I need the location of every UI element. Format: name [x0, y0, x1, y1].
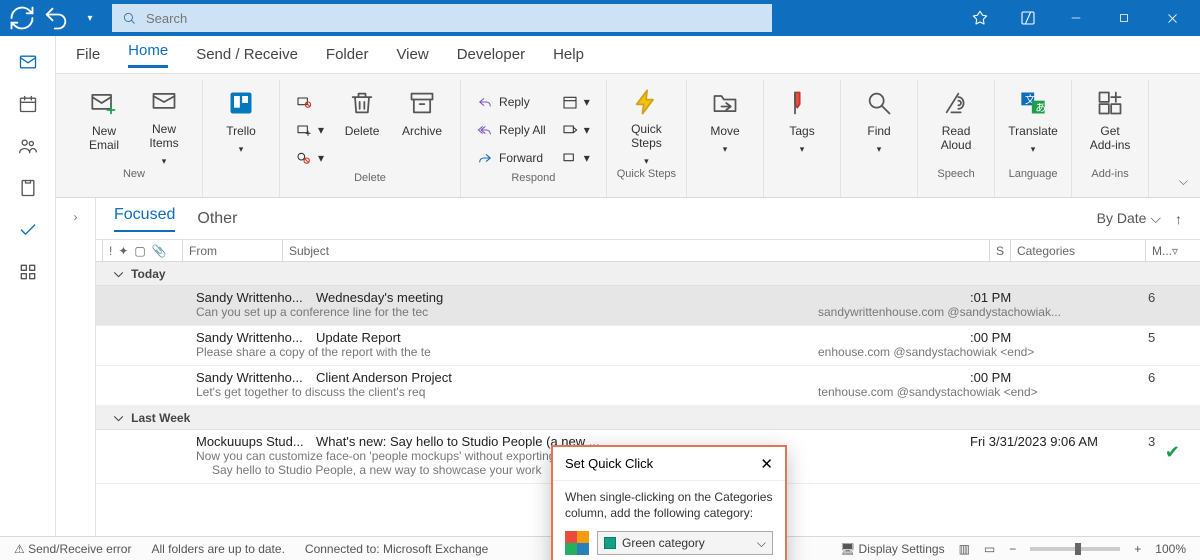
menu-file[interactable]: File	[76, 46, 100, 63]
message-row[interactable]: Sandy Writtenho...Client Anderson Projec…	[96, 366, 1200, 406]
maximize-button[interactable]	[1102, 0, 1146, 36]
collapse-ribbon-icon[interactable]: ⌵	[1179, 174, 1188, 189]
zoom-value: 100%	[1155, 542, 1186, 556]
close-button[interactable]	[1150, 0, 1194, 36]
people-nav-icon[interactable]	[16, 134, 40, 158]
qat-customize-icon[interactable]: ▾	[76, 4, 104, 32]
col-from[interactable]: From	[182, 240, 282, 261]
minimize-button[interactable]	[1054, 0, 1098, 36]
coming-soon-icon[interactable]	[1006, 0, 1050, 36]
quick-click-dialog: Set Quick Click ✕ When single-clicking o…	[551, 445, 787, 560]
reply-all-button[interactable]: Reply All	[471, 118, 552, 142]
view-normal-icon[interactable]: ▥	[959, 542, 970, 556]
read-aloud-button[interactable]: Read Aloud	[928, 80, 984, 166]
status-folders: All folders are up to date.	[151, 542, 284, 556]
trello-button[interactable]: Trello▾	[213, 80, 269, 166]
menu-bar: File Home Send / Receive Folder View Dev…	[56, 36, 1200, 74]
display-settings-button[interactable]: 🖥 Display Settings	[840, 542, 945, 556]
group-delete-label: Delete	[354, 170, 386, 188]
search-input[interactable]	[146, 11, 762, 26]
new-items-button[interactable]: New Items▾	[136, 80, 192, 166]
menu-send-receive[interactable]: Send / Receive	[196, 46, 298, 63]
search-icon	[122, 11, 136, 25]
category-select[interactable]: Green category ⌵	[597, 531, 773, 555]
apps-nav-icon[interactable]	[16, 260, 40, 284]
find-button[interactable]: Find▾	[851, 80, 907, 166]
sort-by-button[interactable]: By Date ⌵	[1097, 210, 1161, 227]
tab-other[interactable]: Other	[197, 210, 237, 228]
sort-direction-icon[interactable]: ↑	[1175, 211, 1182, 227]
column-headers: !✦▢📎 From Subject S Categories M... ▿	[96, 240, 1200, 262]
todo-nav-icon[interactable]	[16, 218, 40, 242]
quick-steps-button[interactable]: Quick Steps▾	[618, 80, 674, 166]
zoom-slider[interactable]	[1030, 547, 1120, 551]
zoom-out-button[interactable]: −	[1009, 542, 1016, 556]
reply-button[interactable]: Reply	[471, 90, 552, 114]
archive-button[interactable]: Archive	[394, 80, 450, 166]
group-language-label: Language	[1009, 166, 1058, 184]
category-swatch-icon	[565, 531, 589, 555]
group-addins-label: Add-ins	[1091, 166, 1128, 184]
undo-icon[interactable]	[42, 4, 70, 32]
cleanup-button[interactable]: ▾	[290, 118, 330, 142]
menu-view[interactable]: View	[396, 46, 428, 63]
chevron-down-icon: ⌵	[757, 536, 766, 551]
tab-focused[interactable]: Focused	[114, 206, 175, 232]
dialog-close-button[interactable]: ✕	[760, 455, 773, 473]
col-subject[interactable]: Subject	[282, 240, 989, 261]
col-icons[interactable]: !✦▢📎	[102, 240, 182, 261]
translate-button[interactable]: 文あTranslate▾	[1005, 80, 1061, 166]
add-ins-button[interactable]: Get Add-ins	[1082, 80, 1138, 166]
folder-pane-toggle[interactable]: ›	[56, 198, 96, 560]
zoom-in-button[interactable]: +	[1134, 542, 1141, 556]
dialog-text: When single-clicking on the Categories c…	[565, 489, 773, 521]
view-reading-icon[interactable]: ▭	[984, 542, 995, 556]
group-lastweek[interactable]: ⌵Last Week	[96, 406, 1200, 430]
col-size[interactable]: S	[989, 240, 1010, 261]
col-categories[interactable]: Categories	[1010, 240, 1145, 261]
ribbon: New Email New Items▾ New Trello▾ ▾ ▾	[56, 74, 1200, 198]
nav-rail	[0, 36, 56, 560]
share-button[interactable]: ▾	[556, 118, 596, 142]
status-error[interactable]: ⚠ Send/Receive error	[14, 542, 131, 556]
message-row[interactable]: Sandy Writtenho...Update Report:00 PM5 P…	[96, 326, 1200, 366]
junk-button[interactable]: ▾	[290, 146, 330, 170]
delete-button[interactable]: Delete	[334, 80, 390, 166]
message-row[interactable]: Sandy Writtenho...Wednesday's meeting:01…	[96, 286, 1200, 326]
checkmark-icon: ✔	[1165, 442, 1180, 463]
dialog-title: Set Quick Click	[565, 456, 653, 471]
premium-icon[interactable]	[958, 0, 1002, 36]
forward-button[interactable]: Forward	[471, 146, 552, 170]
menu-home[interactable]: Home	[128, 42, 168, 68]
sync-icon[interactable]	[8, 4, 36, 32]
mail-nav-icon[interactable]	[16, 50, 40, 74]
group-today[interactable]: ⌵Today	[96, 262, 1200, 286]
col-mentions[interactable]: M... ▿	[1145, 240, 1200, 261]
menu-folder[interactable]: Folder	[326, 46, 369, 63]
move-button[interactable]: Move▾	[697, 80, 753, 166]
more-respond-button[interactable]: ▾	[556, 146, 596, 170]
group-respond-label: Respond	[511, 170, 555, 188]
group-speech-label: Speech	[937, 166, 974, 184]
tags-button[interactable]: Tags▾	[774, 80, 830, 166]
status-connection: Connected to: Microsoft Exchange	[305, 542, 488, 556]
search-box[interactable]	[112, 4, 772, 32]
menu-developer[interactable]: Developer	[457, 46, 525, 63]
group-quicksteps-label: Quick Steps	[617, 166, 676, 184]
ignore-button[interactable]	[290, 90, 330, 114]
group-new-label: New	[123, 166, 145, 184]
title-bar: ▾	[0, 0, 1200, 36]
new-email-button[interactable]: New Email	[76, 80, 132, 166]
tasks-nav-icon[interactable]	[16, 176, 40, 200]
meeting-button[interactable]: ▾	[556, 90, 596, 114]
calendar-nav-icon[interactable]	[16, 92, 40, 116]
menu-help[interactable]: Help	[553, 46, 584, 63]
svg-text:あ: あ	[1035, 102, 1046, 114]
